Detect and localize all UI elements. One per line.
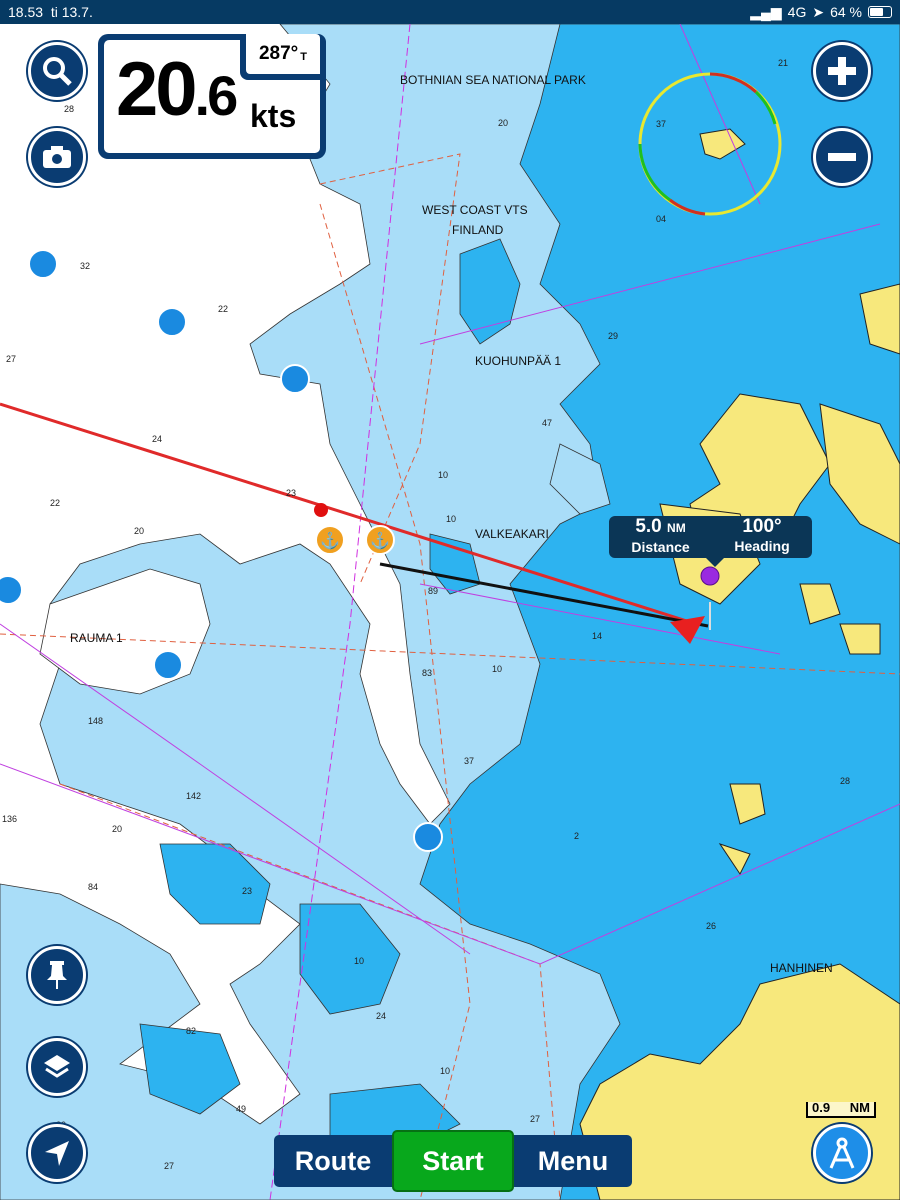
svg-text:20: 20: [134, 526, 144, 536]
svg-text:83: 83: [422, 668, 432, 678]
route-button[interactable]: Route: [274, 1135, 392, 1187]
svg-text:21: 21: [778, 58, 788, 68]
svg-text:27: 27: [164, 1161, 174, 1171]
svg-text:23: 23: [286, 488, 296, 498]
speed-panel[interactable]: 20.6 kts 287° T: [98, 34, 326, 159]
zoom-out-button[interactable]: [813, 128, 871, 186]
svg-text:28: 28: [64, 104, 74, 114]
search-button[interactable]: [28, 42, 86, 100]
svg-text:⚓: ⚓: [370, 531, 390, 550]
signal-icon: ▂▄▆: [750, 3, 782, 20]
network: 4G: [787, 4, 807, 20]
scale-value: 0.9: [812, 1100, 831, 1115]
measure-button[interactable]: [813, 1124, 871, 1182]
course-ref: T: [300, 51, 308, 63]
svg-text:84: 84: [88, 882, 98, 892]
status-bar: 18.53 ti 13.7. ▂▄▆ 4G ➤ 64 %: [0, 0, 900, 24]
svg-text:10: 10: [440, 1066, 450, 1076]
svg-text:29: 29: [608, 331, 618, 341]
distance-value: 5.0: [635, 516, 662, 537]
speed-value: 20: [116, 47, 198, 132]
svg-text:136: 136: [2, 814, 17, 824]
svg-text:20: 20: [112, 824, 122, 834]
map-label: HANHINEN: [770, 961, 833, 975]
svg-text:24: 24: [376, 1011, 386, 1021]
svg-text:82: 82: [186, 1026, 196, 1036]
red-pin: [314, 503, 328, 517]
svg-text:32: 32: [80, 261, 90, 271]
svg-text:⚓: ⚓: [320, 531, 340, 550]
svg-text:22: 22: [218, 304, 228, 314]
svg-text:49: 49: [236, 1104, 246, 1114]
map-label: KUOHUNPÄÄ 1: [475, 354, 561, 368]
svg-text:47: 47: [542, 418, 552, 428]
nautical-chart[interactable]: ⚓ ⚓ BOTHNIAN SEA NATIONAL PARK WEST COAS…: [0, 24, 900, 1200]
location-icon: ➤: [812, 3, 825, 20]
svg-text:26: 26: [706, 921, 716, 931]
camera-button[interactable]: [28, 128, 86, 186]
svg-text:22: 22: [50, 498, 60, 508]
svg-text:148: 148: [88, 716, 103, 726]
locate-button[interactable]: [28, 1124, 86, 1182]
distance-unit: NM: [667, 521, 686, 535]
svg-text:2: 2: [574, 831, 579, 841]
svg-text:10: 10: [492, 664, 502, 674]
navigation-arrow-icon: [45, 1141, 69, 1166]
compass-icon: [829, 1137, 855, 1169]
course-value: 287°: [258, 43, 299, 64]
heading-label: Heading: [734, 538, 790, 554]
date: ti 13.7.: [50, 4, 93, 20]
scale-bar: 0.9 NM: [806, 1100, 876, 1118]
svg-text:89: 89: [428, 586, 438, 596]
menu-button[interactable]: Menu: [514, 1135, 632, 1187]
svg-text:37: 37: [464, 756, 474, 766]
heading-value: 100°: [742, 516, 782, 537]
zoom-in-button[interactable]: [813, 42, 871, 100]
minus-icon: [828, 153, 856, 161]
svg-text:142: 142: [186, 791, 201, 801]
map-label: BOTHNIAN SEA NATIONAL PARK: [400, 73, 586, 87]
map-label: WEST COAST VTS: [422, 203, 528, 217]
svg-text:37: 37: [656, 119, 666, 129]
plus-icon: [828, 57, 856, 85]
battery-text: 64 %: [830, 4, 862, 20]
svg-text:10: 10: [446, 514, 456, 524]
pin-icon: [47, 961, 67, 989]
map-label: VALKEAKARI: [475, 527, 549, 541]
map-label: FINLAND: [452, 223, 504, 237]
add-pin-button[interactable]: [28, 946, 86, 1004]
destination-pin: [700, 566, 720, 586]
route-tooltip[interactable]: 5.0 NM Distance 100° Heading: [609, 516, 812, 567]
speed-decimal: .6: [194, 64, 239, 127]
svg-text:10: 10: [438, 470, 448, 480]
start-button[interactable]: Start: [392, 1130, 514, 1192]
svg-text:20: 20: [498, 118, 508, 128]
svg-text:24: 24: [152, 434, 162, 444]
svg-text:28: 28: [840, 776, 850, 786]
svg-text:27: 27: [6, 354, 16, 364]
speed-unit: kts: [250, 98, 297, 134]
svg-text:10: 10: [354, 956, 364, 966]
svg-text:23: 23: [242, 886, 252, 896]
clock: 18.53: [8, 4, 44, 20]
scale-unit: NM: [849, 1100, 870, 1115]
search-icon: [43, 57, 72, 86]
bottom-action-bar: Route Start Menu: [274, 1130, 632, 1192]
layers-icon: [44, 1055, 70, 1078]
map-label: RAUMA 1: [70, 631, 123, 645]
battery-icon: [868, 6, 892, 18]
layers-button[interactable]: [28, 1038, 86, 1096]
svg-text:14: 14: [592, 631, 602, 641]
svg-text:04: 04: [656, 214, 666, 224]
camera-icon: [43, 146, 71, 168]
svg-text:27: 27: [530, 1114, 540, 1124]
distance-label: Distance: [631, 539, 690, 555]
